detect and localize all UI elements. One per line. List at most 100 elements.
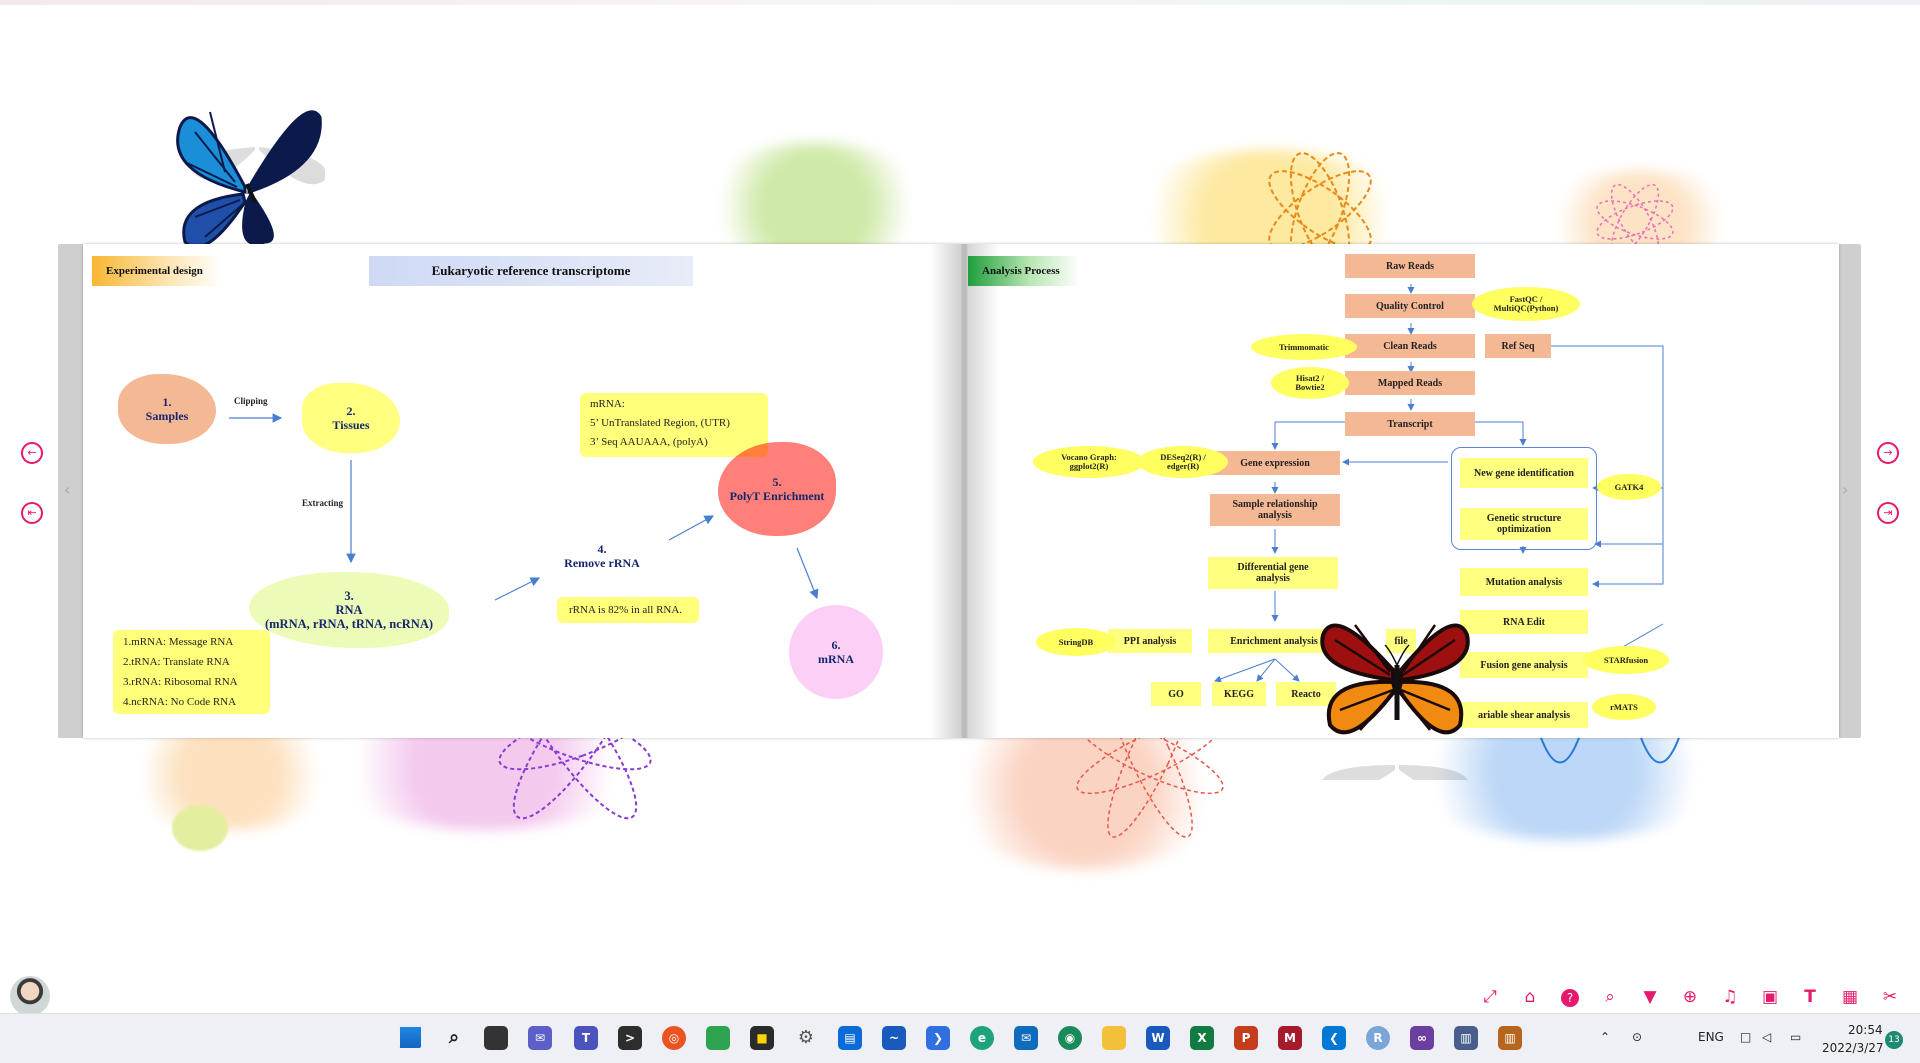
teams-icon[interactable]: T	[574, 1026, 598, 1050]
language-indicator[interactable]: ENG	[1698, 1030, 1724, 1044]
prev-page-button[interactable]: ←	[21, 442, 43, 464]
chevron-up-icon[interactable]: ⌃	[1600, 1030, 1610, 1044]
rna-type-2: 2.tRNA: Translate RNA	[123, 656, 230, 668]
powerpoint-icon[interactable]: P	[1234, 1026, 1258, 1050]
page-left-chevron-icon[interactable]: ‹	[64, 480, 70, 499]
thumbnails-icon[interactable]: ▦	[1838, 985, 1862, 1009]
task-view-icon[interactable]	[484, 1026, 508, 1050]
avatar[interactable]	[10, 976, 50, 1016]
mrna-note-line-3: 3’ Seq AAUAAA, (polyA)	[590, 436, 708, 448]
ubuntu-icon[interactable]: ◎	[662, 1026, 686, 1050]
lime-dot	[172, 805, 228, 851]
chat-icon[interactable]: ✉	[528, 1026, 552, 1050]
word-icon[interactable]: W	[1146, 1026, 1170, 1050]
browser-icon[interactable]: ◉	[1058, 1026, 1082, 1050]
power-automate-icon[interactable]: ❯	[926, 1026, 950, 1050]
help-icon[interactable]: ?	[1558, 985, 1582, 1009]
crop-icon[interactable]: ✂	[1878, 985, 1902, 1009]
ref-seq-box: Ref Seq	[1485, 334, 1551, 358]
microphone-icon[interactable]: ⊙	[1632, 1030, 1642, 1044]
vscode-icon[interactable]: ❮	[1322, 1026, 1346, 1050]
mrna-note-line-2: 5’ UnTranslated Region, (UTR)	[590, 417, 730, 429]
first-page-button[interactable]: ⇤	[21, 502, 43, 524]
starfusion-tool: STARfusion	[1583, 646, 1669, 674]
rmats-tool: rMATS	[1592, 694, 1656, 720]
fastqc-tool: FastQC / MultiQC(Python)	[1472, 287, 1580, 321]
sticky-notes-icon[interactable]: ■	[750, 1026, 774, 1050]
hisat-tool: Hisat2 / Bowtie2	[1271, 367, 1349, 399]
file-explorer-icon[interactable]	[1102, 1026, 1126, 1050]
extracting-label: Extracting	[302, 498, 343, 508]
volume-icon[interactable]: ◁	[1762, 1030, 1771, 1044]
rna-type-3: 3.rRNA: Ribosomal RNA	[123, 676, 238, 688]
flipbook-app-icon[interactable]: ▥	[1498, 1026, 1522, 1050]
sound-icon[interactable]: ♫	[1718, 985, 1742, 1009]
mail-icon[interactable]: ✉	[1014, 1026, 1038, 1050]
arrow-left-icon: ←	[27, 446, 37, 459]
terminal-icon[interactable]: >	[618, 1026, 642, 1050]
mrna-note-line-1: mRNA:	[590, 398, 625, 410]
page-right-chevron-icon[interactable]: ›	[1842, 480, 1848, 499]
quality-control-box: Quality Control	[1345, 294, 1475, 318]
zoom-icon[interactable]: ⊕	[1678, 985, 1702, 1009]
store-icon[interactable]: ▤	[838, 1026, 862, 1050]
gatk4-tool: GATK4	[1597, 474, 1661, 500]
text-icon[interactable]: T	[1798, 985, 1822, 1009]
mendeley-icon[interactable]: M	[1278, 1026, 1302, 1050]
blue-flower	[1539, 735, 1681, 764]
orange-flower	[1268, 152, 1372, 260]
rna-edit-box: RNA Edit	[1460, 610, 1588, 634]
visual-studio-icon[interactable]: ∞	[1410, 1026, 1434, 1050]
red-flower	[1076, 735, 1224, 838]
mrna-node: 6. mRNA	[789, 605, 883, 699]
rrna-note: rRNA is 82% in all RNA.	[557, 597, 699, 623]
kegg-box: KEGG	[1212, 682, 1266, 706]
green-app-icon[interactable]	[706, 1026, 730, 1050]
pink-flower	[1596, 183, 1674, 250]
mapped-reads-box: Mapped Reads	[1345, 371, 1475, 395]
edge-icon[interactable]: e	[970, 1026, 994, 1050]
window-top-edge	[0, 0, 1920, 5]
orange-butterfly	[1320, 623, 1470, 780]
deseq-tool: DESeq2(R) / edger(R)	[1138, 446, 1228, 478]
windows-start-icon[interactable]	[398, 1026, 422, 1050]
fusion-gene-box: Fusion gene analysis	[1460, 652, 1588, 678]
search-icon[interactable]: ⌕	[1598, 985, 1622, 1009]
taskbar-search-icon[interactable]: ⌕	[442, 1026, 466, 1050]
network-icon[interactable]: □	[1740, 1030, 1751, 1044]
r-icon[interactable]: R	[1366, 1026, 1390, 1050]
remove-rrna-node: 4. Remove rRNA	[564, 542, 640, 570]
clean-reads-box: Clean Reads	[1345, 334, 1475, 358]
settings-icon[interactable]: ⚙	[794, 1026, 818, 1050]
next-page-button[interactable]: →	[1877, 442, 1899, 464]
vocano-graph-tool: Vocano Graph: ggplot2(R)	[1033, 446, 1145, 478]
bookmark-icon[interactable]: ▼	[1638, 985, 1662, 1009]
battery-icon[interactable]: ▭	[1790, 1030, 1801, 1044]
last-page-button[interactable]: ⇥	[1877, 502, 1899, 524]
variable-shear-box: ariable shear analysis	[1460, 702, 1588, 728]
stringdb-tool: StringDB	[1036, 628, 1116, 656]
trimmomatic-tool: Trimmomatic	[1251, 334, 1357, 360]
mutation-analysis-box: Mutation analysis	[1460, 568, 1588, 596]
whiteboard-icon[interactable]: ~	[882, 1026, 906, 1050]
home-icon[interactable]: ⌂	[1518, 985, 1542, 1009]
notification-badge[interactable]: 13	[1885, 1031, 1903, 1049]
slideshow-icon[interactable]: ▣	[1758, 985, 1782, 1009]
go-box: GO	[1151, 682, 1201, 706]
book-viewer-icon[interactable]: ▥	[1454, 1026, 1478, 1050]
fullscreen-icon[interactable]: ⤢	[1478, 985, 1502, 1009]
gene-expression-box: Gene expression	[1210, 451, 1340, 475]
raw-reads-box: Raw Reads	[1345, 254, 1475, 278]
clipping-label: Clipping	[234, 396, 268, 406]
excel-icon[interactable]: X	[1190, 1026, 1214, 1050]
genetic-structure-box: Genetic structure optimization	[1460, 508, 1588, 540]
skip-first-icon: ⇤	[27, 506, 37, 519]
sample-relationship-box: Sample relationship analysis	[1210, 494, 1340, 526]
transcript-box: Transcript	[1345, 412, 1475, 436]
skip-last-icon: ⇥	[1883, 506, 1893, 519]
purple-flower	[498, 735, 652, 820]
clock-time[interactable]: 20:54	[1848, 1023, 1883, 1037]
clock-date[interactable]: 2022/3/27	[1822, 1041, 1884, 1055]
differential-gene-box: Differential gene analysis	[1208, 557, 1338, 589]
rna-types-note: 1.mRNA: Message RNA 2.tRNA: Translate RN…	[113, 630, 270, 714]
